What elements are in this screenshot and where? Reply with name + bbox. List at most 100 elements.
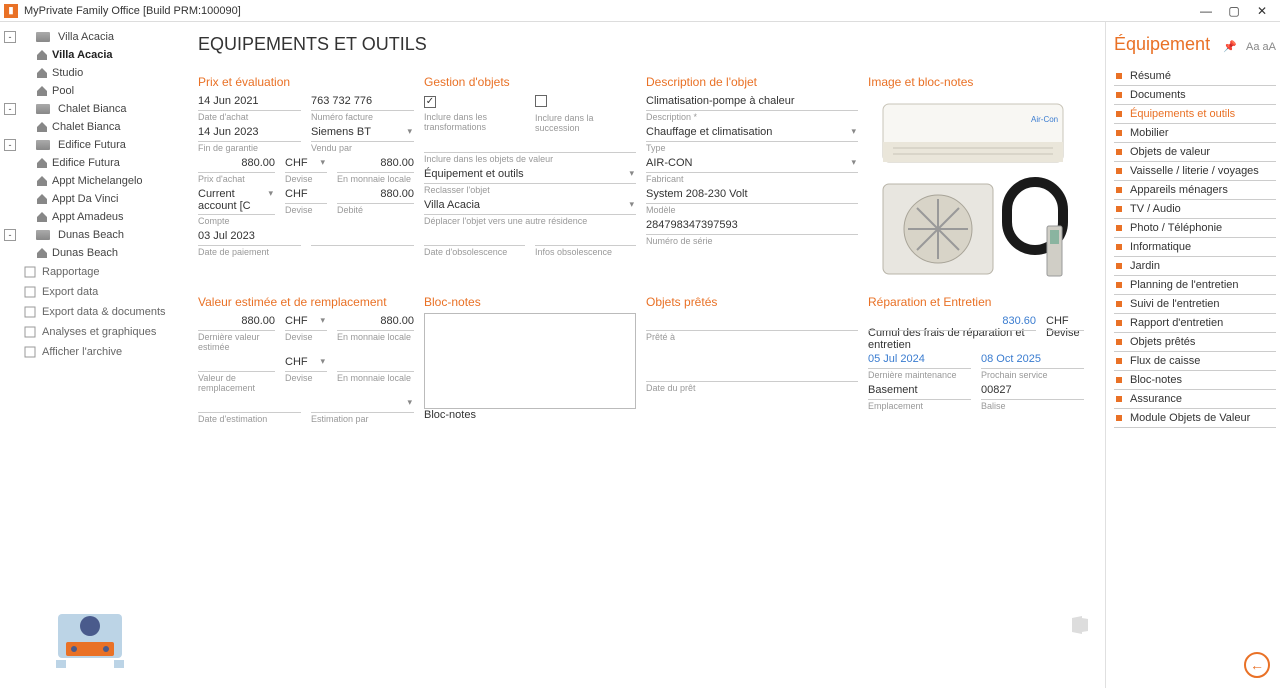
rightpanel-item-flux-de-caisse[interactable]: Flux de caisse	[1114, 352, 1276, 371]
balise-value[interactable]: 00827	[981, 382, 1084, 400]
dern-maint-value[interactable]: 05 Jul 2024	[868, 351, 971, 369]
date-pret-value[interactable]	[646, 364, 858, 382]
tree-node-studio[interactable]: Studio	[0, 64, 180, 82]
tree-toggle-icon[interactable]: -	[4, 103, 16, 115]
sidebar-action-analyses-et-graphiques[interactable]: Analyses et graphiques	[0, 322, 180, 342]
tree-toggle-icon[interactable]: -	[4, 229, 16, 241]
num-facture-value[interactable]: 763 732 776	[311, 93, 414, 111]
close-button[interactable]: ✕	[1248, 4, 1276, 18]
equipment-image[interactable]: Air-Con	[868, 93, 1078, 283]
rightpanel-item-objets-pr-t-s[interactable]: Objets prêtés	[1114, 333, 1276, 352]
sidebar-action-export-data-documents[interactable]: Export data & documents	[0, 302, 180, 322]
inc-succ-check[interactable]	[535, 95, 547, 107]
rightpanel-item-assurance[interactable]: Assurance	[1114, 390, 1276, 409]
maximize-button[interactable]: ▢	[1220, 4, 1248, 18]
rightpanel-item-documents[interactable]: Documents	[1114, 86, 1276, 105]
text-size-toggle[interactable]: Aa aA	[1246, 41, 1276, 53]
rightpanel-item-objets-de-valeur[interactable]: Objets de valeur	[1114, 143, 1276, 162]
numserie-label: Numéro de série	[646, 236, 858, 246]
app-title: MyPrivate Family Office [Build PRM:10009…	[24, 5, 1192, 17]
sidebar-action-afficher-l-archive[interactable]: Afficher l'archive	[0, 342, 180, 362]
sidebar-action-rapportage[interactable]: Rapportage	[0, 262, 180, 282]
pin-icon[interactable]: 📌	[1223, 41, 1237, 53]
emplacement-value[interactable]: Basement	[868, 382, 971, 400]
tree-node-dunas-beach[interactable]: Dunas Beach	[0, 244, 180, 262]
fin-garantie-value[interactable]: 14 Jun 2023	[198, 124, 301, 142]
tree-toggle-icon[interactable]: -	[4, 31, 16, 43]
tree-label: Appt Amadeus	[52, 211, 124, 223]
rightpanel-item--quipements-et-outils[interactable]: Équipements et outils	[1114, 105, 1276, 124]
date-est-value[interactable]	[198, 395, 301, 413]
tree-toggle-icon[interactable]: -	[4, 139, 16, 151]
tree-node-edifice-futura[interactable]: Edifice Futura	[0, 154, 180, 172]
rightpanel-item-photo-t-l-phonie[interactable]: Photo / Téléphonie	[1114, 219, 1276, 238]
est-par-select[interactable]	[311, 395, 414, 413]
inc-objval-value[interactable]	[424, 135, 636, 153]
compte-select[interactable]: Current account [C	[198, 186, 275, 215]
sidebar-action-export-data[interactable]: Export data	[0, 282, 180, 302]
valeur-rempl-value[interactable]	[198, 354, 275, 372]
tree-label: Villa Acacia	[52, 49, 113, 61]
bullet-icon	[1116, 92, 1122, 98]
date-obso-value[interactable]	[424, 228, 525, 246]
tree-node-dunas-beach[interactable]: - Dunas Beach	[0, 226, 180, 244]
prix-achat-value[interactable]: 880.00	[198, 155, 275, 173]
fabricant-select[interactable]: AIR-CON	[646, 155, 858, 173]
debite-value[interactable]: 880.00	[337, 186, 414, 204]
devise1-select[interactable]: CHF	[285, 155, 327, 173]
tree-node-edifice-futura[interactable]: - Edifice Futura	[0, 136, 180, 154]
rightpanel-item-informatique[interactable]: Informatique	[1114, 238, 1276, 257]
rightpanel-item-suivi-de-l-entretien[interactable]: Suivi de l'entretien	[1114, 295, 1276, 314]
action-label: Export data	[42, 286, 98, 298]
date-achat-value[interactable]: 14 Jun 2021	[198, 93, 301, 111]
notes-textarea[interactable]	[424, 313, 636, 409]
description-value[interactable]: Climatisation-pompe à chaleur	[646, 93, 858, 111]
inc-transf-check[interactable]: ✓	[424, 96, 436, 108]
tree-node-villa-acacia[interactable]: -Villa Acacia	[0, 28, 180, 46]
rightpanel-item-mobilier[interactable]: Mobilier	[1114, 124, 1276, 143]
tree-node-appt-da-vinci[interactable]: Appt Da Vinci	[0, 190, 180, 208]
minimize-button[interactable]: —	[1192, 4, 1220, 18]
tree-node-villa-acacia[interactable]: Villa Acacia	[0, 46, 180, 64]
proch-serv-value[interactable]: 08 Oct 2025	[981, 351, 1084, 369]
tree-node-chalet-bianca[interactable]: Chalet Bianca	[0, 118, 180, 136]
date-paiement-value[interactable]: 03 Jul 2023	[198, 228, 301, 246]
tree-label: Pool	[52, 85, 74, 97]
rightpanel-item-vaisselle-literie-voyages[interactable]: Vaisselle / literie / voyages	[1114, 162, 1276, 181]
deplacer-select[interactable]: Villa Acacia	[424, 197, 636, 215]
devise3-select[interactable]: CHF	[285, 313, 327, 331]
numserie-value[interactable]: 284798347397593	[646, 217, 858, 235]
rightpanel-item-rapport-d-entretien[interactable]: Rapport d'entretien	[1114, 314, 1276, 333]
back-button[interactable]: ←	[1244, 652, 1270, 678]
devise4-select[interactable]: CHF	[285, 354, 327, 372]
rightpanel-item-appareils-m-nagers[interactable]: Appareils ménagers	[1114, 181, 1276, 200]
tree-node-appt-amadeus[interactable]: Appt Amadeus	[0, 208, 180, 226]
tree-label: Edifice Futura	[58, 139, 126, 151]
valeur-est-label: Dernière valeur estimée	[198, 332, 275, 352]
date-achat-label: Date d'achat	[198, 112, 301, 122]
sidebar: -Villa AcaciaVilla AcaciaStudioPool-Chal…	[0, 22, 180, 688]
tree-node-appt-michelangelo[interactable]: Appt Michelangelo	[0, 172, 180, 190]
tree-node-chalet-bianca[interactable]: -Chalet Bianca	[0, 100, 180, 118]
rightpanel-item-planning-de-l-entretien[interactable]: Planning de l'entretien	[1114, 276, 1276, 295]
prete-a-value[interactable]	[646, 313, 858, 331]
bullet-icon	[1116, 111, 1122, 117]
bullet-icon	[1116, 168, 1122, 174]
reclasser-select[interactable]: Équipement et outils	[424, 166, 636, 184]
export-icon	[24, 286, 36, 298]
rightpanel-item-r-sum-[interactable]: Résumé	[1114, 67, 1276, 86]
fabricant-label: Fabricant	[646, 174, 858, 184]
infos-obso-value[interactable]	[535, 228, 636, 246]
rightpanel-item-bloc-notes[interactable]: Bloc-notes	[1114, 371, 1276, 390]
tree-label: Dunas Beach	[58, 229, 124, 241]
valeur-est-value[interactable]: 880.00	[198, 313, 275, 331]
rightpanel-item-module-objets-de-valeur[interactable]: Module Objets de Valeur	[1114, 409, 1276, 428]
cumul-value[interactable]: 830.60	[868, 313, 1036, 331]
rightpanel-item-jardin[interactable]: Jardin	[1114, 257, 1276, 276]
rightpanel-item-tv-audio[interactable]: TV / Audio	[1114, 200, 1276, 219]
tree-node-pool[interactable]: Pool	[0, 82, 180, 100]
type-select[interactable]: Chauffage et climatisation	[646, 124, 858, 142]
rp-label: Jardin	[1130, 260, 1160, 272]
modele-value[interactable]: System 208-230 Volt	[646, 186, 858, 204]
vendu-par-select[interactable]: Siemens BT	[311, 124, 414, 142]
